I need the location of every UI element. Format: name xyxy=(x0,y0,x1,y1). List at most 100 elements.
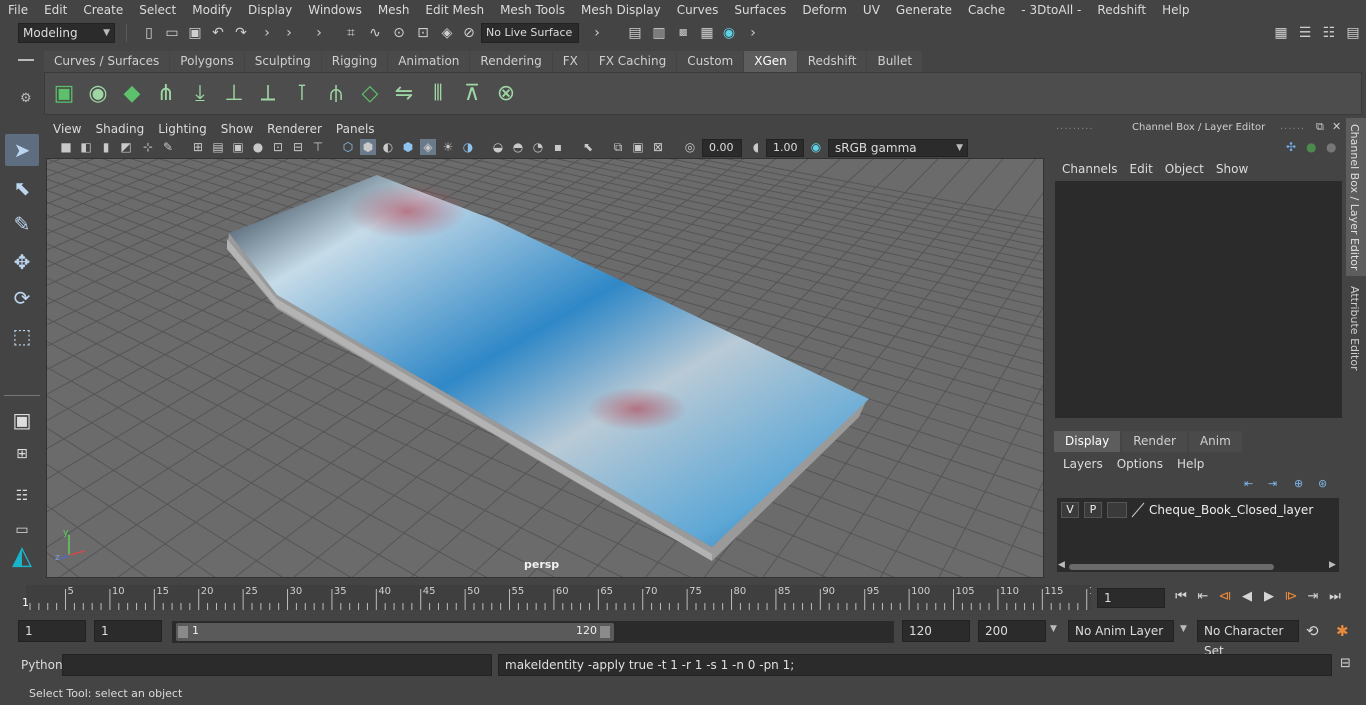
time-slider[interactable]: 5 10 15 20 25 30 35 40 45 50 55 60 65 70 75 80 85 90 95 100… xyxy=(26,585,1101,610)
camera-icon[interactable]: ■ xyxy=(58,139,74,155)
frame-selected-icon[interactable]: ▣ xyxy=(630,139,646,155)
xgen-delete-icon[interactable]: ⊗ xyxy=(491,79,521,109)
menu-windows[interactable]: Windows xyxy=(300,0,370,20)
xgen-cut-icon[interactable]: ⊼ xyxy=(457,79,487,109)
anim-layer-dropdown[interactable]: No Anim Layer xyxy=(1068,620,1174,642)
snap-surface-icon[interactable]: ◈ xyxy=(438,24,456,42)
menu-cache[interactable]: Cache xyxy=(960,0,1013,20)
isolate-icon[interactable]: ◓ xyxy=(510,139,526,155)
gate-mask-icon[interactable]: ● xyxy=(250,139,266,155)
play-backward-icon[interactable]: ◀ xyxy=(1236,586,1258,608)
scale-tool-icon[interactable]: ⬚ xyxy=(5,320,39,352)
grid-icon[interactable]: ⊞ xyxy=(190,139,206,155)
menu-uv[interactable]: UV xyxy=(855,0,888,20)
field-chart-icon[interactable]: ⊡ xyxy=(270,139,286,155)
xray-icon[interactable]: ◒ xyxy=(490,139,506,155)
flat-shade-icon[interactable]: ◐ xyxy=(380,139,396,155)
xgen-grid-icon[interactable]: ◇ xyxy=(355,79,385,109)
four-view-icon[interactable]: ⊞ xyxy=(5,438,39,470)
smooth-shade-icon[interactable]: ⬢ xyxy=(360,139,376,155)
move-layer-up-icon[interactable]: ⇤ xyxy=(1244,477,1253,490)
exposure-field[interactable]: 0.00 xyxy=(702,139,742,157)
new-layer-selected-icon[interactable]: ⊛ xyxy=(1318,477,1327,490)
xgen-leaf-icon[interactable]: ◆ xyxy=(117,79,147,109)
hypershade-icon[interactable]: ◉ xyxy=(720,24,738,42)
shelf-tab-xgen[interactable]: XGen xyxy=(744,51,797,72)
playback-end-field[interactable]: 120 xyxy=(902,620,970,642)
grid-view-icon[interactable]: ⊹ xyxy=(140,139,156,155)
viewport-persp[interactable]: y z persp xyxy=(46,158,1044,578)
menu-edit-mesh[interactable]: Edit Mesh xyxy=(417,0,492,20)
script-editor-icon[interactable]: ⊟ xyxy=(1340,656,1351,671)
layout-icon[interactable]: ☷ xyxy=(1320,24,1338,42)
shelf-tab-polygons[interactable]: Polygons xyxy=(170,51,244,72)
xgen-sweep-icon[interactable]: ⇋ xyxy=(389,79,419,109)
frame-all-icon[interactable]: ⧉ xyxy=(610,139,626,155)
menu-modify[interactable]: Modify xyxy=(184,0,240,20)
step-back-key-icon[interactable]: ⇤ xyxy=(1192,586,1214,608)
step-forward-frame-icon[interactable]: ⧐ xyxy=(1280,586,1302,608)
move-tool-icon[interactable]: ✥ xyxy=(5,246,39,278)
layer-tab-anim[interactable]: Anim xyxy=(1188,431,1242,452)
wireframe-icon[interactable]: ⬡ xyxy=(340,139,356,155)
menu-help[interactable]: Help xyxy=(1154,0,1197,20)
layer-color-swatch[interactable] xyxy=(1131,502,1145,518)
gamma-icon[interactable]: ◖ xyxy=(748,139,764,155)
snap-grid-icon[interactable]: ⌗ xyxy=(342,24,360,42)
chevron-right-icon[interactable]: › xyxy=(310,24,328,42)
lasso-tool-icon[interactable]: ⬉ xyxy=(5,172,39,204)
scroll-right-icon[interactable]: ▶ xyxy=(1329,560,1336,570)
step-back-frame-icon[interactable]: ⧏ xyxy=(1214,586,1236,608)
command-language-toggle[interactable]: Python xyxy=(18,654,63,676)
scene-canvas[interactable]: y z xyxy=(47,159,1044,578)
new-scene-icon[interactable]: ▯ xyxy=(140,24,158,42)
channel-menu-show[interactable]: Show xyxy=(1210,160,1254,178)
xgen-guide-icon[interactable]: ⟂ xyxy=(253,79,283,109)
range-handle-left[interactable] xyxy=(178,626,188,638)
layout-icon[interactable]: ☰ xyxy=(1296,24,1314,42)
menu-select[interactable]: Select xyxy=(131,0,184,20)
menu-3dtoall[interactable]: - 3DtoAll - xyxy=(1013,0,1089,20)
move-layer-down-icon[interactable]: ⇥ xyxy=(1268,477,1277,490)
workspace-icon[interactable]: ▦ xyxy=(1272,24,1290,42)
chevron-right-icon[interactable]: › xyxy=(280,24,298,42)
undo-icon[interactable]: ↶ xyxy=(209,24,227,42)
channel-list[interactable] xyxy=(1055,181,1342,418)
shelf-tab-sculpting[interactable]: Sculpting xyxy=(244,51,321,72)
safe-title-icon[interactable]: ⊤ xyxy=(310,139,326,155)
chevron-down-icon[interactable]: ▼ xyxy=(1180,624,1187,634)
color-space-dropdown[interactable]: sRGB gamma ▼ xyxy=(828,139,968,157)
shelf-tab-rendering[interactable]: Rendering xyxy=(470,51,552,72)
workspace-dropdown[interactable]: Modeling ▼ xyxy=(18,23,115,43)
layout-icon[interactable]: ☷ xyxy=(5,480,39,512)
select-tool-icon[interactable]: ➤ xyxy=(5,134,39,166)
viewport-menu-show[interactable]: Show xyxy=(214,120,260,138)
redo-icon[interactable]: ↷ xyxy=(232,24,250,42)
render-frame-icon[interactable]: ▤ xyxy=(626,24,644,42)
open-scene-icon[interactable]: ▭ xyxy=(163,24,181,42)
viewport-menu-lighting[interactable]: Lighting xyxy=(151,120,214,138)
camera-attrs-icon[interactable]: ◧ xyxy=(78,139,94,155)
shadows-icon[interactable]: ◑ xyxy=(460,139,476,155)
resolution-gate-icon[interactable]: ▣ xyxy=(230,139,246,155)
snap-view-icon[interactable]: ⊡ xyxy=(414,24,432,42)
menu-mesh-display[interactable]: Mesh Display xyxy=(573,0,669,20)
safe-action-icon[interactable]: ⊟ xyxy=(290,139,306,155)
make-live-icon[interactable]: ⊘ xyxy=(460,24,478,42)
float-icon[interactable]: ⧉ xyxy=(1316,120,1324,134)
playback-start-field[interactable]: 1 xyxy=(94,620,162,642)
menu-generate[interactable]: Generate xyxy=(888,0,960,20)
axis-icon[interactable]: ✣ xyxy=(1286,140,1296,154)
auto-key-icon[interactable]: ⟲ xyxy=(1306,622,1319,640)
viewport-menu-renderer[interactable]: Renderer xyxy=(260,120,329,138)
play-forward-icon[interactable]: ▶ xyxy=(1258,586,1280,608)
command-input[interactable] xyxy=(62,654,492,676)
layer-scrollbar[interactable]: ◀ ▶ xyxy=(1057,560,1339,572)
menu-deform[interactable]: Deform xyxy=(794,0,855,20)
xgen-hair-icon[interactable]: ⫛ xyxy=(321,79,351,109)
new-layer-icon[interactable]: ⊕ xyxy=(1294,477,1303,490)
shelf-tab-redshift[interactable]: Redshift xyxy=(797,51,867,72)
xgen-place-icon[interactable]: ⤓ xyxy=(185,79,215,109)
layer-visibility-toggle[interactable]: V xyxy=(1061,502,1079,518)
rotate-tool-icon[interactable]: ⟳ xyxy=(5,282,39,314)
